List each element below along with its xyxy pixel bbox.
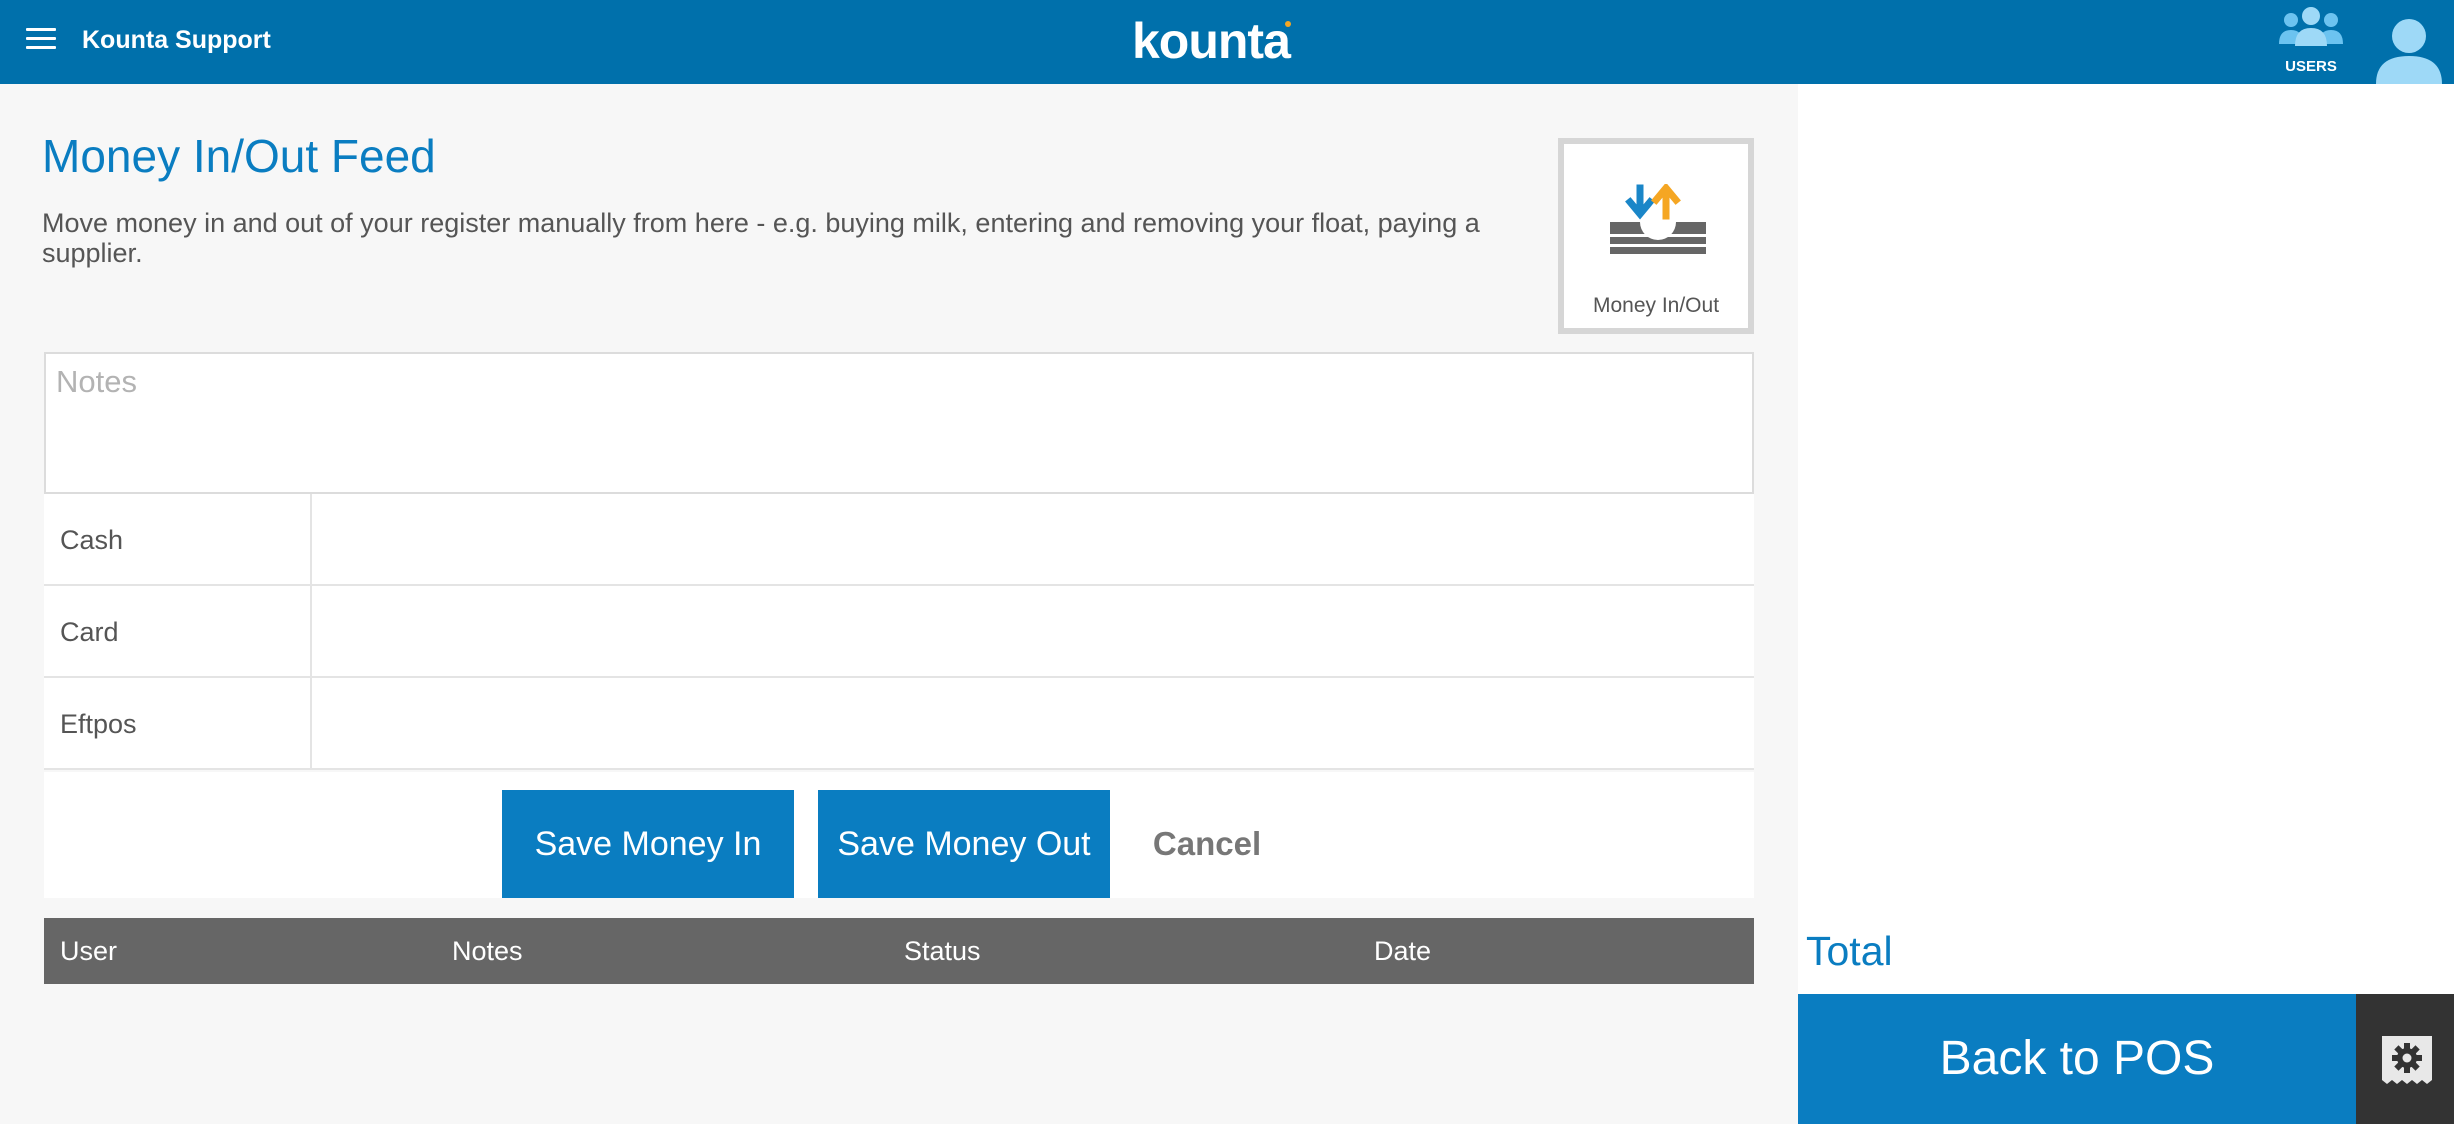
total-label: Total [1806,928,1893,974]
order-panel [1798,84,2454,1124]
money-in-out-icon [1610,184,1706,254]
tile-label: Money In/Out [1592,294,1720,317]
receipt-icon [2382,1036,2432,1084]
notes-input[interactable] [46,354,1752,492]
cash-amount-input[interactable] [312,494,1754,584]
save-money-out-button[interactable]: Save Money Out [818,790,1110,898]
eftpos-amount-input[interactable] [312,678,1754,768]
column-header-date[interactable]: Date [1374,918,1431,984]
cancel-button[interactable]: Cancel [1140,790,1274,898]
back-to-pos-button[interactable]: Back to POS [1798,994,2356,1124]
column-header-user[interactable]: User [60,918,117,984]
logo-text: kounta [1132,13,1292,69]
app-title: Kounta Support [82,26,271,54]
users-icon [2279,7,2343,46]
payment-label: Cash [60,525,124,555]
save-money-in-button[interactable]: Save Money In [502,790,794,898]
users-label: USERS [2285,58,2337,75]
payment-row-eftpos: Eftpos [44,678,1754,770]
column-header-notes[interactable]: Notes [452,918,523,984]
column-header-status[interactable]: Status [904,918,981,984]
payment-row-card: Card [44,586,1754,678]
card-amount-input[interactable] [312,586,1754,676]
top-bar: Kounta Support kounta USERS [0,0,2454,84]
avatar-icon[interactable] [2374,14,2444,84]
menu-icon[interactable] [26,26,56,50]
page-description: Move money in and out of your register m… [42,208,1480,268]
payment-label: Card [60,617,119,647]
feed-table-header: User Notes Status Date [44,918,1754,984]
payment-label: Eftpos [60,709,137,739]
notes-box [44,352,1754,494]
page-title: Money In/Out Feed [42,130,436,182]
money-in-out-tile[interactable]: Money In/Out [1558,138,1754,334]
kounta-logo: kounta [1132,13,1293,69]
users-button[interactable]: USERS [2276,6,2346,78]
payment-row-cash: Cash [44,494,1754,586]
settings-button[interactable] [2356,994,2454,1124]
gear-icon [2392,1043,2422,1073]
